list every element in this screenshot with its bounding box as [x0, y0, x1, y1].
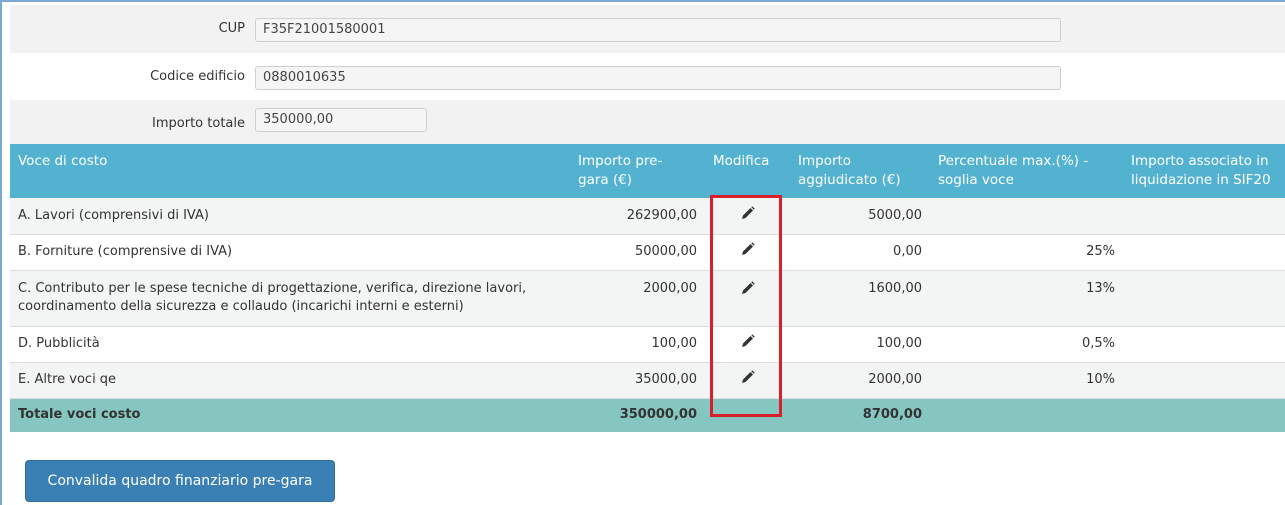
- table-row: C. Contributo per le spese tecniche di p…: [10, 270, 1285, 327]
- pencil-icon[interactable]: [740, 333, 756, 349]
- cell-voce: A. Lavori (comprensivi di IVA): [10, 198, 570, 235]
- table-row: E. Altre voci qe 35000,00 2000,00 10%: [10, 362, 1285, 399]
- pencil-icon[interactable]: [740, 280, 756, 296]
- codice-edificio-row: Codice edificio 0880010635: [10, 53, 1285, 100]
- convalida-button[interactable]: Convalida quadro finanziario pre-gara: [25, 460, 335, 502]
- cell-voce: D. Pubblicità: [10, 326, 570, 363]
- cell-aggiudicato: 5000,00: [790, 198, 930, 235]
- importo-totale-row: Importo totale 350000,00: [10, 100, 1285, 144]
- cell-percentuale: 10%: [930, 362, 1123, 399]
- cell-modifica: [705, 234, 790, 271]
- cup-field[interactable]: F35F21001580001: [255, 18, 1061, 42]
- cell-associato: [1123, 234, 1285, 271]
- cell-pregara: 35000,00: [570, 362, 705, 399]
- cup-row: CUP F35F21001580001: [10, 5, 1285, 53]
- col-header-voce: Voce di costo: [10, 144, 570, 198]
- cell-percentuale: [930, 198, 1123, 235]
- cell-aggiudicato: 1600,00: [790, 270, 930, 327]
- pencil-icon[interactable]: [740, 369, 756, 385]
- total-percentuale: [930, 398, 1123, 432]
- importo-totale-label: Importo totale: [152, 116, 245, 131]
- cell-aggiudicato: 0,00: [790, 234, 930, 271]
- cell-modifica: [705, 198, 790, 235]
- table-row: B. Forniture (comprensive di IVA) 50000,…: [10, 234, 1285, 271]
- total-aggiudicato: 8700,00: [790, 398, 930, 432]
- cell-modifica: [705, 270, 790, 327]
- codice-edificio-field[interactable]: 0880010635: [255, 66, 1061, 90]
- total-pregara: 350000,00: [570, 398, 705, 432]
- cell-modifica: [705, 362, 790, 399]
- pencil-icon[interactable]: [740, 241, 756, 257]
- pencil-icon[interactable]: [740, 205, 756, 221]
- col-header-percentuale: Percentuale max.(%) - soglia voce: [930, 144, 1123, 198]
- cup-label: CUP: [218, 21, 245, 36]
- importo-totale-field[interactable]: 350000,00: [255, 108, 427, 132]
- cell-associato: [1123, 326, 1285, 363]
- cost-table: Voce di costo Importo pre-gara (€) Modif…: [10, 144, 1285, 432]
- cell-percentuale: 25%: [930, 234, 1123, 271]
- cell-modifica: [705, 326, 790, 363]
- col-header-modifica: Modifica: [705, 144, 790, 198]
- codice-edificio-label: Codice edificio: [150, 69, 245, 84]
- cell-percentuale: 0,5%: [930, 326, 1123, 363]
- col-header-importo-pregara: Importo pre-gara (€): [570, 144, 705, 198]
- table-row: D. Pubblicità 100,00 100,00 0,5%: [10, 326, 1285, 363]
- cell-associato: [1123, 198, 1285, 235]
- total-label: Totale voci costo: [10, 398, 570, 432]
- cell-pregara: 262900,00: [570, 198, 705, 235]
- cell-percentuale: 13%: [930, 270, 1123, 327]
- cell-pregara: 2000,00: [570, 270, 705, 327]
- col-header-importo-associato: Importo associato in liquidazione in SIF2…: [1123, 144, 1285, 198]
- cell-voce: C. Contributo per le spese tecniche di p…: [10, 270, 570, 327]
- total-modifica: [705, 398, 790, 432]
- cell-voce: E. Altre voci qe: [10, 362, 570, 399]
- cell-pregara: 100,00: [570, 326, 705, 363]
- cell-pregara: 50000,00: [570, 234, 705, 271]
- table-row: A. Lavori (comprensivi di IVA) 262900,00…: [10, 198, 1285, 235]
- total-associato: [1123, 398, 1285, 432]
- cell-voce: B. Forniture (comprensive di IVA): [10, 234, 570, 271]
- cell-associato: [1123, 270, 1285, 327]
- cell-aggiudicato: 2000,00: [790, 362, 930, 399]
- total-row: Totale voci costo 350000,00 8700,00: [10, 398, 1285, 432]
- cell-aggiudicato: 100,00: [790, 326, 930, 363]
- col-header-importo-aggiudicato: Importo aggiudicato (€): [790, 144, 930, 198]
- cell-associato: [1123, 362, 1285, 399]
- table-header-row: Voce di costo Importo pre-gara (€) Modif…: [10, 144, 1285, 198]
